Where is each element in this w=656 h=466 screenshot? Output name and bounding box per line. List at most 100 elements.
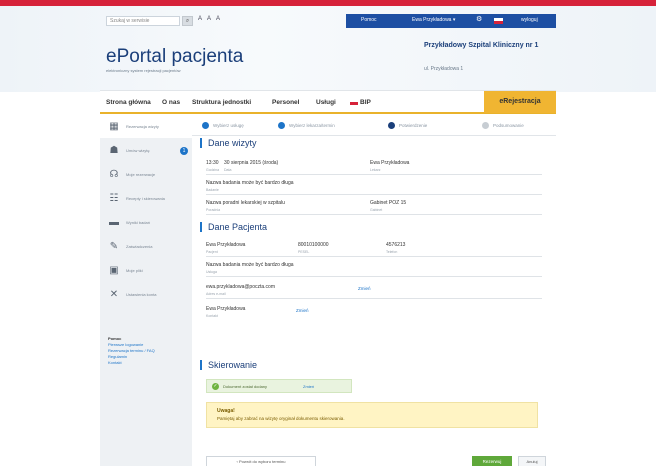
field-divider [206,276,542,277]
sidebar-item-label: Umów wizytę [126,148,150,153]
nav-bip[interactable]: BIP [350,99,371,106]
patient-contact: Ewa Przykładowa [206,306,246,312]
folder-icon: ▬ [109,217,119,228]
visit-clinic-label: Poradnia [206,208,221,212]
step-label: Potwierdzenie [399,123,428,128]
search-button[interactable]: ⌕ [182,16,193,26]
referral-status-text: Dokument został dodany [223,384,268,389]
stethoscope-icon: ☊ [109,169,119,180]
patient-name: Ewa Przykładowa [206,242,246,248]
change-referral-link[interactable]: Zmień [303,384,314,389]
sidebar-item-label: Moje pliki [126,268,143,273]
font-size-controls[interactable]: A A A [198,16,222,22]
patient-name-label: Pacjent [206,250,218,254]
visit-service: Nazwa badania może być bardzo długa [206,180,294,186]
nav-registration[interactable]: eRejestracja [484,91,556,113]
gear-icon[interactable]: ⚙ [476,15,482,23]
checkmark-icon: ✓ [212,383,219,390]
booking-steps: Wybierz usługę Wybierz lekarza/termin Po… [192,116,556,136]
sidebar-item-prescriptions[interactable]: ☷ Recepty i skierowania [100,188,192,210]
sidebar-item-label: Recepty i skierowania [126,196,165,201]
visit-doctor-label: Lekarz [370,168,381,172]
step-label: Wybierz usługę [213,123,244,128]
help-section: Pomoc Pierwsze logowanie Rezerwacja term… [108,336,155,366]
warning-text: Pamiętaj aby zabrać na wizytę oryginał d… [217,416,345,421]
step-confirm: Potwierdzenie [388,122,427,129]
patient-pesel: 80010100000 [298,242,329,248]
sidebar-item-label: Rezerwacja wizyty [126,124,159,129]
visit-room-label: Gabinet [370,208,383,212]
sidebar-item-certificates[interactable]: ✎ Zaświadczenia [100,236,192,258]
sidebar-item-files[interactable]: ▣ Moje pliki [100,260,192,282]
sidebar-item-label: Moje rezerwacje [126,172,156,177]
patient-email: ewa.przykladowa@poczta.com [206,284,275,290]
step-future-icon [482,122,489,129]
hospital-address: ul. Przykładowa 1 [424,66,464,72]
sidebar: ▦ Rezerwacja wizyty ☗ Umów wizytę 1 ☊ Mo… [100,116,192,466]
step-done-icon [202,122,209,129]
reserve-button[interactable]: Rezerwuj [472,456,512,466]
visit-clinic: Nazwa poradni lekarskiej w szpitalu [206,200,285,206]
user-menu[interactable]: Ewa Przykładowa ▾ [412,17,455,23]
tools-icon: ✕ [109,289,119,300]
step-service[interactable]: Wybierz usługę [202,122,244,129]
patient-email-label: Adres e-mail [206,292,226,296]
help-link-contact[interactable]: Kontakt [108,360,155,366]
sidebar-item-label: Wyniki badań [126,220,150,225]
search-input[interactable]: Szukaj w serwisie [106,16,180,26]
visit-doctor: Ewa Przykładowa [370,160,410,166]
sidebar-item-results[interactable]: ▬ Wyniki badań [100,212,192,234]
sidebar-item-reservations[interactable]: ☊ Moje rezerwacje [100,164,192,186]
field-divider [206,256,542,257]
sidebar-item-settings[interactable]: ✕ Ustawienia konta [100,284,192,306]
bip-flag-icon [350,99,358,105]
patient-phone-label: Telefon [386,250,398,254]
step-done-icon [278,122,285,129]
visit-date: 30 sierpnia 2015 (środa) [224,160,279,166]
top-utility-bar: Szukaj w serwisie ⌕ A A A Pomoc Ewa Przy… [100,14,556,28]
step-current-icon [388,122,395,129]
field-divider [206,174,542,175]
visit-time: 13:30 [206,160,219,166]
site-title[interactable]: ePortal pacjenta [106,46,243,68]
cancel-button[interactable]: Anuluj [518,456,546,466]
user-bar: Pomoc Ewa Przykładowa ▾ ⚙ wyloguj [346,14,556,28]
sidebar-item-booking[interactable]: ▦ Rezerwacja wizyty [100,116,192,138]
visit-section-title: Dane wizyty [200,138,257,148]
visit-service-label: Badanie [206,188,219,192]
main-nav: Strona główna O nas Struktura jednostki … [100,90,556,114]
referral-status-box: ✓ Dokument został dodany Zmień [206,379,352,393]
doctor-icon: ☗ [109,145,119,156]
patient-section-title: Dane Pacjenta [200,222,267,232]
warning-title: Uwaga! [217,408,235,414]
nav-about[interactable]: O nas [162,99,180,106]
nav-services[interactable]: Usługi [316,99,336,106]
change-contact-link[interactable]: Zmień [296,308,309,313]
step-label: Podsumowanie [493,123,524,128]
prescription-icon: ☷ [109,193,119,204]
search-icon: ⌕ [185,18,190,24]
hospital-name: Przykładowy Szpital Kliniczny nr 1 [424,42,539,49]
field-divider [206,298,542,299]
visit-date-label: Data [224,168,232,172]
language-flag-icon[interactable] [494,18,503,24]
pen-icon: ✎ [109,241,119,252]
help-link[interactable]: Pomoc [361,17,377,23]
patient-contact-label: Kontakt [206,314,218,318]
sidebar-item-appointment[interactable]: ☗ Umów wizytę 1 [100,140,192,162]
sidebar-item-label: Ustawienia konta [126,292,157,297]
change-email-link[interactable]: Zmień [358,286,371,291]
field-divider [206,214,542,215]
nav-staff[interactable]: Personel [272,99,299,106]
nav-structure[interactable]: Struktura jednostki [192,99,251,106]
page-frame: Szukaj w serwisie ⌕ A A A Pomoc Ewa Przy… [100,10,556,466]
logout-link[interactable]: wyloguj [521,17,538,23]
back-button[interactable]: ‹ Powrót do wyboru terminu [206,456,316,466]
patient-service: Nazwa badania może być bardzo długa [206,262,294,268]
nav-home[interactable]: Strona główna [106,99,151,106]
field-divider [206,194,542,195]
files-icon: ▣ [109,265,119,276]
calendar-icon: ▦ [109,121,119,132]
step-doctor[interactable]: Wybierz lekarza/termin [278,122,335,129]
step-label: Wybierz lekarza/termin [289,123,335,128]
